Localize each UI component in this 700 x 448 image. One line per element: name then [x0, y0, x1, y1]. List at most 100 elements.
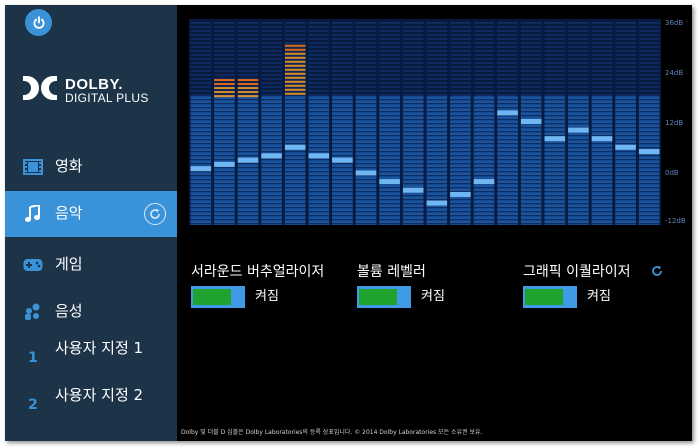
- eq-grid-cell: [544, 54, 566, 56]
- eq-band-line: [214, 203, 235, 205]
- eq-band-line: [450, 223, 471, 225]
- eq-band-line: [237, 107, 259, 109]
- eq-band-line: [497, 131, 518, 133]
- eq-grid-cell: [308, 70, 330, 72]
- eq-grid-cell: [591, 30, 613, 32]
- eq-grid-cell: [544, 50, 566, 52]
- sidebar-item-custom-1[interactable]: 1 사용자 지정 1: [5, 335, 177, 381]
- eq-grid-cell: [214, 38, 235, 40]
- eq-band-line: [615, 127, 636, 129]
- eq-band-line: [520, 115, 542, 117]
- equalizer-reset-button[interactable]: [650, 264, 664, 278]
- eq-band-line: [237, 155, 259, 157]
- eq-band-line: [615, 175, 636, 177]
- voice-icon: [23, 302, 43, 322]
- eq-grid-cell: [402, 66, 424, 68]
- volume-leveler-toggle[interactable]: [357, 286, 411, 308]
- eq-grid-cell: [473, 22, 495, 24]
- eq-band-line: [355, 119, 377, 121]
- eq-grid-cell: [402, 34, 424, 36]
- eq-grid-cell: [544, 66, 566, 68]
- reset-preset-button[interactable]: [144, 203, 166, 225]
- eq-band-line: [520, 187, 542, 189]
- eq-grid-cell: [308, 50, 330, 52]
- eq-grid-cell: [402, 22, 424, 24]
- eq-grid-cell: [544, 94, 566, 96]
- eq-band-line: [284, 135, 306, 137]
- eq-band-line: [402, 115, 424, 117]
- eq-grid-cell: [308, 26, 330, 28]
- eq-band-line: [355, 215, 377, 217]
- eq-band-line: [332, 147, 353, 149]
- eq-band-line: [332, 191, 353, 193]
- eq-grid-cell: [591, 78, 613, 80]
- eq-grid-cell: [638, 58, 660, 60]
- graphic-equalizer-state: 켜짐: [587, 289, 611, 304]
- eq-grid-cell: [497, 66, 518, 68]
- eq-band-line: [615, 135, 636, 137]
- surround-virtualizer-toggle[interactable]: [191, 286, 245, 308]
- equalizer-grid[interactable]: [189, 19, 661, 225]
- eq-band-line: [190, 159, 212, 161]
- equalizer-bars[interactable]: [189, 19, 661, 225]
- eq-grid-cell: [638, 86, 660, 88]
- eq-band-line: [615, 199, 636, 201]
- eq-band-line: [308, 135, 330, 137]
- eq-band-line: [450, 111, 471, 113]
- sidebar-item-custom-2[interactable]: 2 사용자 지정 2: [5, 382, 177, 428]
- eq-peak-segment: [214, 95, 235, 98]
- eq-band-line: [237, 131, 259, 133]
- eq-band-line: [261, 175, 282, 177]
- eq-grid-cell: [332, 62, 353, 64]
- eq-grid-cell: [308, 78, 330, 80]
- eq-band-line: [237, 115, 259, 117]
- eq-band-line: [638, 159, 660, 161]
- eq-band-line: [473, 167, 495, 169]
- eq-band-line: [379, 203, 400, 205]
- eq-band-line: [450, 155, 471, 157]
- sidebar-item-movie[interactable]: 영화: [5, 145, 177, 189]
- eq-band-line: [332, 155, 353, 157]
- power-button[interactable]: [25, 9, 52, 36]
- eq-grid-cell: [450, 46, 471, 48]
- eq-grid-cell: [284, 38, 306, 40]
- eq-grid-cell: [568, 42, 589, 44]
- eq-band-line: [450, 167, 471, 169]
- sidebar-item-label: 사용자 지정 1: [55, 339, 144, 357]
- eq-band-line: [355, 143, 377, 145]
- eq-grid-cell: [450, 58, 471, 60]
- eq-grid-cell: [214, 70, 235, 72]
- eq-band-line: [261, 163, 282, 165]
- eq-band-line: [568, 219, 589, 221]
- eq-grid-cell: [638, 26, 660, 28]
- eq-band-line: [450, 119, 471, 121]
- sidebar-item-game[interactable]: 게임: [5, 243, 177, 287]
- eq-grid-cell: [214, 26, 235, 28]
- sidebar-item-voice[interactable]: 음성: [5, 290, 177, 334]
- eq-band-line: [426, 119, 448, 121]
- eq-grid-cell: [402, 94, 424, 96]
- graphic-equalizer-toggle[interactable]: [523, 286, 577, 308]
- eq-band-line: [332, 211, 353, 213]
- eq-band-line: [355, 167, 377, 169]
- eq-band-line: [450, 199, 471, 201]
- eq-band-line: [261, 223, 282, 225]
- eq-grid-cell: [355, 34, 377, 36]
- eq-band-line: [237, 167, 259, 169]
- eq-grid-cell: [332, 78, 353, 80]
- eq-grid-cell: [214, 42, 235, 44]
- eq-band-line: [426, 199, 448, 201]
- eq-grid-cell: [308, 66, 330, 68]
- sidebar-item-music[interactable]: 음악: [5, 191, 177, 237]
- eq-band-line: [308, 219, 330, 221]
- eq-grid-cell: [355, 70, 377, 72]
- eq-band-line: [473, 195, 495, 197]
- eq-grid-cell: [544, 22, 566, 24]
- eq-band-line: [544, 183, 566, 185]
- eq-grid-cell: [190, 70, 212, 72]
- eq-peak-segment: [214, 91, 235, 94]
- eq-band-line: [591, 143, 613, 145]
- eq-grid-cell: [261, 54, 282, 56]
- eq-band-line: [355, 191, 377, 193]
- eq-band-line: [497, 179, 518, 181]
